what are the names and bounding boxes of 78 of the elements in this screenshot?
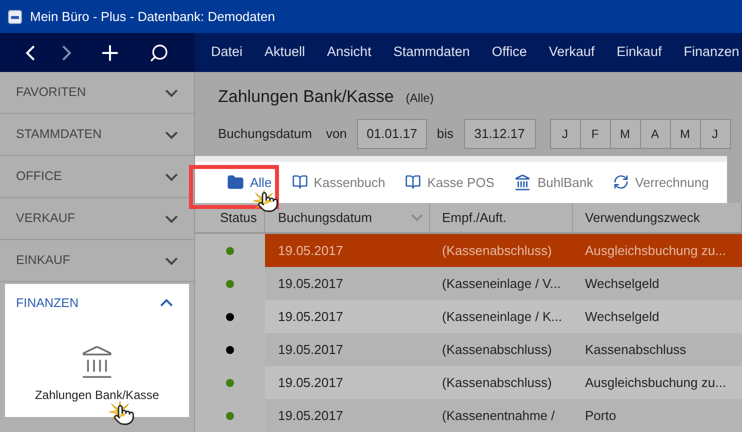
- menu-item[interactable]: Verkauf: [548, 42, 595, 63]
- tab[interactable]: Kasse POS: [401, 162, 498, 203]
- table-row[interactable]: 19.05.2017 (Kassenentnahme / Porto: [195, 399, 742, 432]
- table-cell-text: Ausgleichsbuchung zu...: [584, 242, 726, 260]
- window-title: Mein Büro - Plus - Datenbank: Demodaten: [30, 8, 275, 26]
- month-button[interactable]: A: [640, 118, 671, 149]
- menu-item[interactable]: Aktuell: [264, 42, 306, 63]
- chevron-down-icon: [165, 172, 178, 180]
- column-header[interactable]: Empf./Auft.: [430, 202, 573, 232]
- filter-label: Buchungsdatum: [218, 124, 312, 143]
- table-cell-text: Wechselgeld: [584, 274, 660, 293]
- sidebar-section[interactable]: EINKAUF: [0, 240, 194, 282]
- table-cell-text: 19.05.2017: [277, 406, 344, 425]
- chevron-down-icon: [165, 88, 178, 96]
- sort-icon: [411, 214, 423, 221]
- table-cell-text: Kassenabschluss: [584, 340, 686, 359]
- bank-icon: [514, 174, 532, 191]
- forward-button[interactable]: [62, 44, 71, 60]
- book-icon: [292, 174, 308, 190]
- table-cell-text: 19.05.2017: [277, 274, 344, 293]
- month-button[interactable]: M: [670, 118, 701, 149]
- from-date-field[interactable]: 01.01.17: [356, 118, 427, 149]
- column-header[interactable]: Buchungsdatum: [265, 202, 430, 232]
- month-button[interactable]: J: [550, 118, 581, 149]
- tab[interactable]: Kassenbuch: [288, 162, 390, 203]
- table-cell-text: 19.05.2017: [277, 340, 344, 359]
- menu-item[interactable]: Einkauf: [616, 42, 662, 63]
- folder-icon: [227, 174, 244, 191]
- table-cell-text: (Kassenabschluss): [441, 340, 553, 359]
- chevron-down-icon: [165, 130, 178, 138]
- table-row[interactable]: 19.05.2017 (Kassenabschluss) Ausgleichsbuchung zu...: [195, 366, 742, 399]
- table-cell-text: (Kassenentnahme /: [441, 406, 556, 425]
- table-cell-text: Porto: [584, 406, 616, 425]
- refresh-icon: [613, 174, 630, 190]
- sidebar-tile[interactable]: Zahlungen Bank/Kasse: [5, 344, 189, 404]
- book-icon: [405, 174, 422, 190]
- table-cell-text: (Kassenabschluss): [441, 242, 553, 260]
- to-label: bis: [436, 124, 454, 143]
- tab[interactable]: BuhlBank: [510, 162, 598, 203]
- table-row[interactable]: 19.05.2017 (Kasseneinlage / K... Wechselgeld: [195, 300, 742, 333]
- table-cell-text: (Kasseneinlage / V...: [441, 274, 562, 293]
- page-subtitle: (Alle): [406, 90, 434, 107]
- month-button[interactable]: J: [700, 118, 731, 149]
- sidebar-section[interactable]: STAMMDATEN: [0, 114, 194, 156]
- chevron-down-icon: [165, 214, 178, 222]
- sidebar-section[interactable]: FAVORITEN: [0, 72, 194, 114]
- chevron-down-icon: [165, 256, 178, 264]
- table-cell-text: Ausgleichsbuchung zu...: [584, 374, 726, 392]
- sidebar-section[interactable]: VERKAUF: [0, 198, 194, 240]
- table-cell-text: (Kasseneinlage / K...: [441, 308, 563, 326]
- menu-item[interactable]: Finanzen: [684, 42, 740, 63]
- sidebar-section[interactable]: FINANZEN: [5, 284, 189, 322]
- table-row[interactable]: 19.05.2017 (Kasseneinlage / V... Wechselgeld: [195, 267, 742, 300]
- search-icon: [149, 42, 170, 62]
- table-cell-text: (Kassenabschluss): [441, 374, 553, 392]
- chevron-up-icon: [160, 299, 173, 307]
- month-button[interactable]: M: [610, 118, 641, 149]
- menu-item[interactable]: Ansicht: [327, 42, 372, 63]
- menu-item[interactable]: Stammdaten: [393, 42, 470, 63]
- table-cell-text: Wechselgeld: [584, 308, 660, 326]
- column-header[interactable]: Verwendungszweck: [573, 202, 742, 232]
- chevron-right-icon: [62, 44, 71, 60]
- chevron-left-icon: [26, 44, 35, 60]
- to-date-field[interactable]: 31.12.17: [464, 118, 536, 149]
- search-button[interactable]: [149, 42, 170, 62]
- table-cell-text: 19.05.2017: [277, 374, 344, 392]
- menu-item[interactable]: Datei: [211, 42, 243, 63]
- tab[interactable]: Verrechnung: [609, 162, 713, 203]
- back-button[interactable]: [26, 44, 35, 60]
- month-button[interactable]: F: [580, 118, 611, 149]
- table-cell-text: 19.05.2017: [277, 308, 344, 326]
- sidebar-section[interactable]: OFFICE: [0, 156, 194, 198]
- app-icon: [8, 10, 22, 24]
- menu-item[interactable]: Office: [492, 42, 527, 63]
- table-row[interactable]: 19.05.2017 (Kassenabschluss) Kassenabschluss: [195, 333, 742, 366]
- from-label: von: [326, 124, 347, 143]
- page-title: Zahlungen Bank/Kasse: [218, 86, 394, 108]
- table-cell-text: 19.05.2017: [277, 242, 344, 260]
